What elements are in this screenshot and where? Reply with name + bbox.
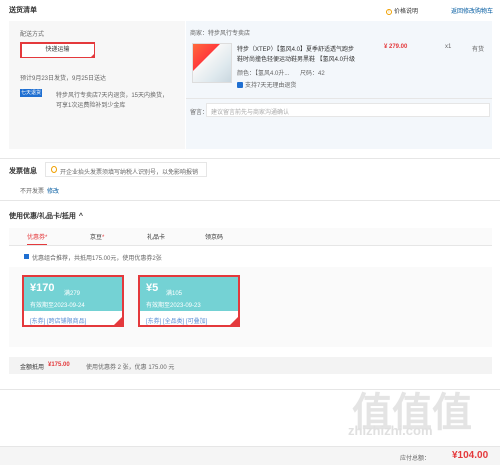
service-text-line-2: 可享1次运费险补到少金库 <box>56 103 126 109</box>
coupon-condition: 满279 <box>64 291 81 297</box>
invoice-tip-text: 开企业抬头发票须填写纳税人识别号，以免影响报销 <box>60 170 199 176</box>
return-support-tag: 支持7天无理由退货 <box>237 80 296 89</box>
coupon-section-title[interactable]: 使用优惠/礼品卡/抵用 ^ <box>9 211 83 221</box>
product-thumbnail[interactable] <box>192 43 232 83</box>
footer-divider <box>0 389 500 390</box>
summary-amount: ¥175.00 <box>48 362 70 368</box>
return-to-cart-link[interactable]: 返回修改购物车 <box>451 6 493 15</box>
product-qty: x1 <box>445 44 452 50</box>
remark-input[interactable]: 建议留言前先与商家沟通确认 <box>206 103 490 117</box>
tab-coupon-label: 优惠券 <box>27 235 46 241</box>
product-color: 颜色：【氢风4.0升... <box>237 71 290 77</box>
watermark-site: zhizhizhi.com <box>348 423 433 438</box>
remark-placeholder: 建议留言前先与商家沟通确认 <box>211 110 290 116</box>
tab-jingdou-dot: * <box>102 235 105 241</box>
tab-jingdou[interactable]: 京豆* <box>90 232 104 241</box>
tab-lingjingma[interactable]: 领京码 <box>205 232 223 241</box>
tab-coupon-dot: * <box>45 235 48 241</box>
coupon-amount: ¥5 <box>146 282 159 294</box>
invoice-tip: 开企业抬头发票须填写纳税人识别号，以免影响报销 <box>45 162 207 177</box>
product-price: ¥ 279.00 <box>384 44 408 50</box>
total-label: 应付总额： <box>400 456 431 462</box>
shop-panel <box>186 21 492 149</box>
total-amount: ¥104.00 <box>452 450 489 461</box>
tab-jingdou-label: 京豆 <box>90 235 103 241</box>
service-text-line-1: 特步风行专卖店7天内退货，15天内换货， <box>56 93 169 99</box>
chevron-up-icon: ^ <box>78 213 83 220</box>
coupon-tags: [东券] [跨店铺限商品] <box>30 319 87 325</box>
product-stock: 有货 <box>472 47 485 53</box>
summary-detail: 使用优惠券 2 张，优惠 175.00 元 <box>86 365 175 371</box>
info-icon: ! <box>386 9 392 15</box>
seven-day-return-icon-label: 七天退货 <box>21 90 42 96</box>
coupon-section-label: 使用优惠/礼品卡/抵用 <box>9 213 76 220</box>
product-title-line-2[interactable]: 鞋时尚撞色轻便运动鞋男黑鞋 【氢风4.0升级 <box>237 54 355 63</box>
return-tag-icon <box>237 82 243 89</box>
recommend-text: 优惠组合推荐，共抵用175.00元，使用优惠券2张 <box>32 256 162 262</box>
coupon-tabs <box>9 228 492 246</box>
shop-label: 商家：特步风行专卖店 <box>190 31 251 37</box>
invoice-divider <box>0 158 500 159</box>
summary-bar <box>9 357 492 374</box>
delivery-panel <box>9 21 185 149</box>
coupon-tags: [东券] [全品类] [可叠加] <box>146 319 208 325</box>
page-title: 送货清单 <box>9 7 37 14</box>
seven-day-return-icon: 七天退货 <box>20 89 43 97</box>
coupon-amount: ¥170 <box>30 282 55 294</box>
tab-giftcard[interactable]: 礼品卡 <box>147 232 165 241</box>
coupon-selected-icon <box>114 317 122 325</box>
product-title-line-1[interactable]: 特步（XTEP）【氢风4.0】夏季舒适透气跑步 <box>237 44 354 53</box>
tab-coupon[interactable]: 优惠券* <box>27 232 48 245</box>
product-size: 尺码：42 <box>300 71 325 77</box>
coupon-validity: 有效期至2023-09-24 <box>30 303 85 309</box>
delivery-section-label: 配送方式 <box>20 32 45 38</box>
lightbulb-icon <box>51 166 57 173</box>
price-note-label: 价格说明 <box>394 9 419 15</box>
summary-label: 金额抵用 <box>20 365 45 371</box>
shop-divider <box>186 98 492 99</box>
coupon-card[interactable]: ¥5 满105 有效期至2023-09-23 [东券] [全品类] [可叠加] <box>138 275 240 327</box>
delivery-schedule: 预计9月23日发货，9月25日送达 <box>20 76 107 82</box>
invoice-title: 发票信息 <box>9 168 37 175</box>
coupon-card[interactable]: ¥170 满279 有效期至2023-09-24 [东券] [跨店铺限商品] <box>22 275 124 327</box>
coupon-condition: 满105 <box>166 291 183 297</box>
invoice-edit-link[interactable]: 修改 <box>47 186 59 195</box>
delivery-method-button[interactable]: 快递运输 <box>20 42 95 58</box>
coupon-divider <box>0 200 500 201</box>
price-note-link[interactable]: ! 价格说明 <box>386 6 418 15</box>
return-tag-label: 支持7天无理由退货 <box>245 83 297 89</box>
coupon-selected-icon <box>230 317 238 325</box>
recommend-checkbox[interactable] <box>24 254 29 259</box>
invoice-type: 不开发票 <box>20 189 45 195</box>
coupon-validity: 有效期至2023-09-23 <box>146 303 201 309</box>
